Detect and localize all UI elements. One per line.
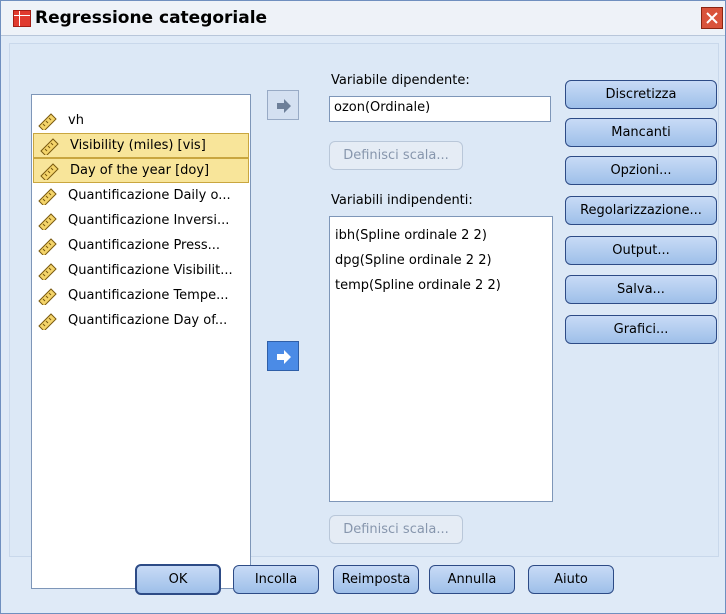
cancel-button[interactable]: Annulla [429,565,515,594]
output-button[interactable]: Output... [565,236,717,265]
variable-label: Quantificazione Visibilit... [68,263,233,278]
title-bar: Regressione categoriale [1,1,725,36]
variable-label: Quantificazione Inversi... [68,213,230,228]
independent-variables-list[interactable]: ibh(Spline ordinale 2 2) dpg(Spline ordin… [329,216,553,502]
ruler-scale-icon [38,312,57,330]
source-variable-list[interactable]: vh Visibility (miles) [vis] Day of the yea… [31,94,251,589]
variable-label: Quantificazione Day of... [68,313,228,328]
variable-list-item[interactable]: Quantificazione Press... [32,233,250,258]
ruler-scale-icon [40,137,59,155]
save-button[interactable]: Salva... [565,275,717,304]
discretize-button[interactable]: Discretizza [565,80,717,109]
independent-variables-label: Variabili indipendenti: [331,193,473,208]
independent-variable-item[interactable]: temp(Spline ordinale 2 2) [330,273,552,298]
ruler-scale-icon [38,262,57,280]
variable-list-item[interactable]: Quantificazione Tempe... [32,283,250,308]
missing-button[interactable]: Mancanti [565,118,717,147]
variable-label: Quantificazione Press... [68,238,221,253]
ruler-scale-icon [38,212,57,230]
variable-label: Quantificazione Daily o... [68,188,231,203]
ruler-scale-icon [40,162,59,180]
variable-label: Quantificazione Tempe... [68,288,229,303]
dialog-window: Regressione categoriale vh Visibility (mi… [0,0,726,614]
variable-list-item[interactable]: Visibility (miles) [vis] [33,133,249,158]
variable-list-item[interactable]: Quantificazione Visibilit... [32,258,250,283]
regression-table-icon [13,10,31,27]
ruler-scale-icon [38,187,57,205]
close-icon [706,12,718,24]
move-to-dependent-button[interactable] [267,90,299,120]
ok-button[interactable]: OK [135,564,221,595]
dependent-variable-field[interactable]: ozon(Ordinale) [329,96,551,122]
help-button[interactable]: Aiuto [528,565,614,594]
move-to-independent-button[interactable] [267,341,299,371]
plots-button[interactable]: Grafici... [565,315,717,344]
independent-variable-label: ibh(Spline ordinale 2 2) [335,228,487,243]
dependent-define-scale-button[interactable]: Definisci scala... [329,141,463,170]
variable-list-item[interactable]: Quantificazione Daily o... [32,183,250,208]
independent-variable-label: dpg(Spline ordinale 2 2) [335,253,492,268]
variable-list-item[interactable]: Quantificazione Day of... [32,308,250,333]
close-button[interactable] [701,7,723,29]
independent-variable-item[interactable]: ibh(Spline ordinale 2 2) [330,223,552,248]
variable-label: Visibility (miles) [vis] [70,138,206,153]
arrow-right-icon [277,350,291,364]
ruler-scale-icon [38,237,57,255]
reset-button[interactable]: Reimposta [333,565,419,594]
window-title: Regressione categoriale [35,8,268,28]
independent-define-scale-button[interactable]: Definisci scala... [329,515,463,544]
ruler-scale-icon [38,112,57,130]
paste-button[interactable]: Incolla [233,565,319,594]
variable-list-item[interactable]: Day of the year [doy] [33,158,249,183]
arrow-right-icon [277,99,291,113]
independent-variable-label: temp(Spline ordinale 2 2) [335,278,501,293]
independent-variable-item[interactable]: dpg(Spline ordinale 2 2) [330,248,552,273]
regularization-button[interactable]: Regolarizzazione... [565,196,717,225]
options-button[interactable]: Opzioni... [565,156,717,185]
variable-list-item[interactable]: vh [32,108,250,133]
dependent-variable-label: Variabile dipendente: [331,73,470,88]
variable-label: vh [68,113,84,128]
variable-label: Day of the year [doy] [70,163,210,178]
ruler-scale-icon [38,287,57,305]
variable-list-item[interactable]: Quantificazione Inversi... [32,208,250,233]
